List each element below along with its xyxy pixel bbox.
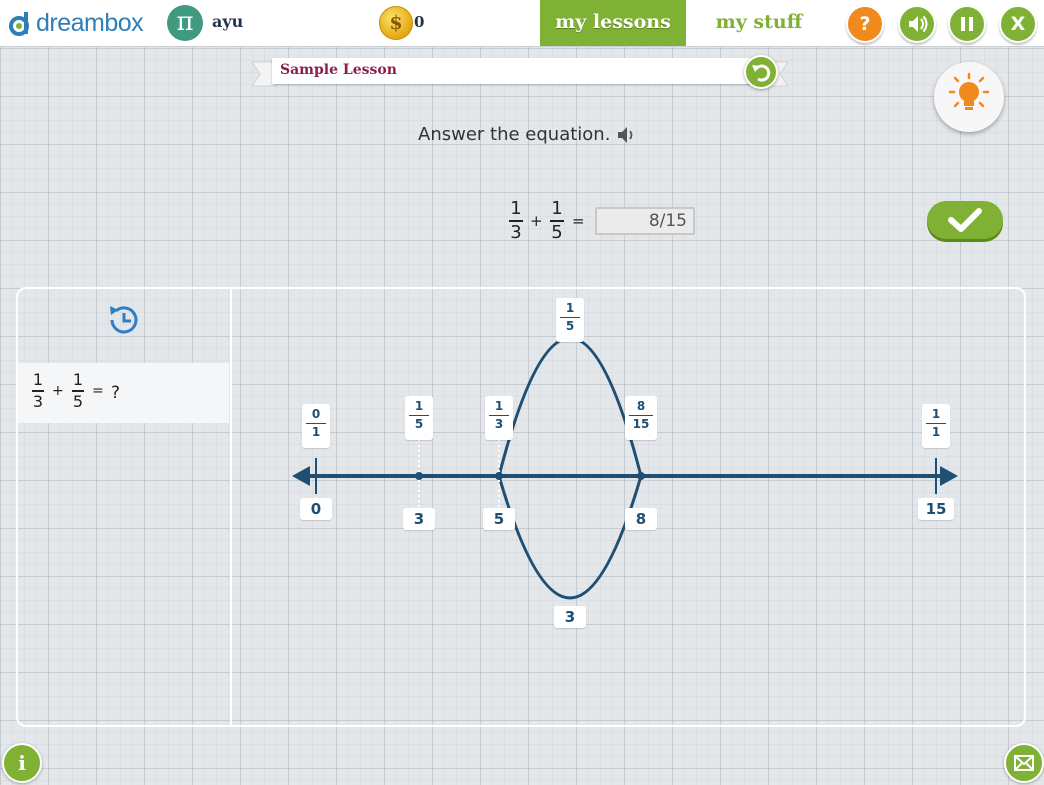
count-label-hop: 3: [554, 606, 586, 628]
envelope-icon: [1014, 755, 1034, 771]
count-label-3: 8: [625, 508, 657, 530]
fraction-label-4: 11: [922, 404, 950, 448]
axis-arrow-left: [292, 466, 310, 486]
count-label-1: 3: [403, 508, 435, 530]
fraction-label-1: 15: [405, 396, 433, 440]
count-label-2: 5: [483, 508, 515, 530]
feedback-button[interactable]: [1004, 743, 1044, 783]
number-line-diagram: [292, 336, 958, 600]
fraction-label-hop: 15: [556, 298, 584, 342]
fraction-label-2: 13: [485, 396, 513, 440]
count-label-4: 15: [918, 498, 954, 520]
axis-arrow-right: [940, 466, 958, 486]
hop-arcs: [497, 336, 643, 600]
fraction-label-3: 8 15: [625, 396, 657, 440]
hop-arc-lower: [497, 475, 643, 600]
count-label-0: 0: [300, 498, 332, 520]
fraction-label-0: 01: [302, 404, 330, 448]
info-button[interactable]: i: [2, 743, 42, 783]
hop-arc-upper: [497, 336, 643, 477]
